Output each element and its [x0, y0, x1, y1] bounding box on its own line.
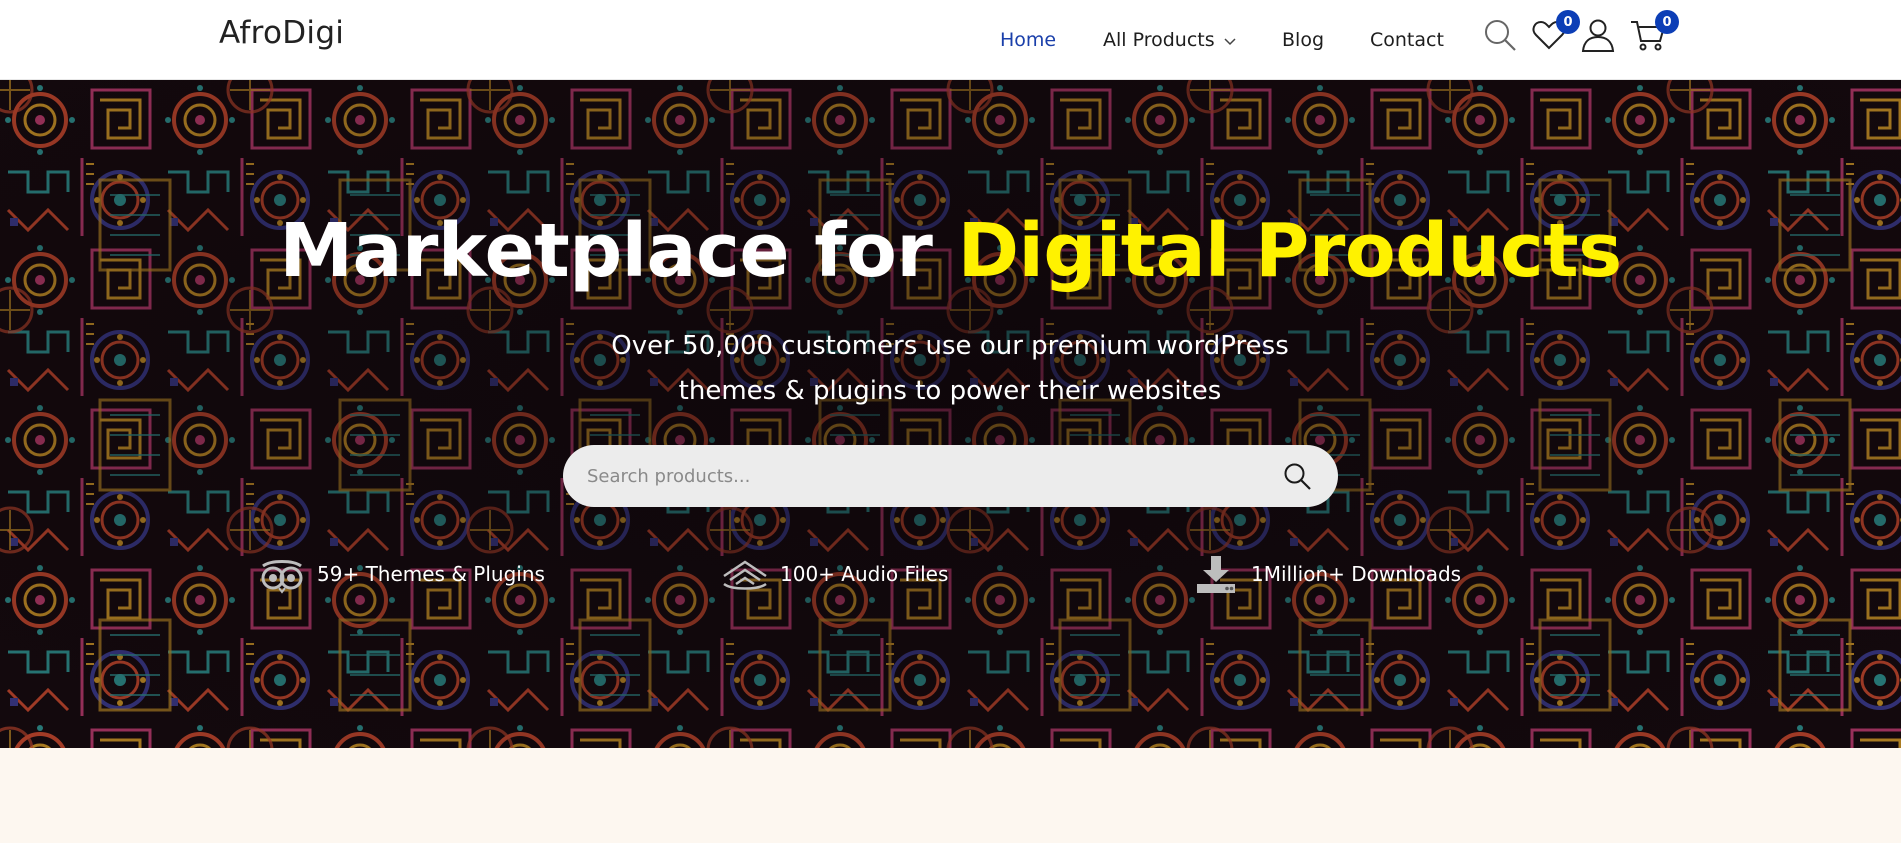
- wishlist-button[interactable]: 0: [1531, 10, 1580, 53]
- cart-count-badge: 0: [1655, 10, 1679, 34]
- feature-themes-label: 59+ Themes & Plugins: [317, 562, 545, 586]
- chevron-down-icon[interactable]: [1223, 33, 1237, 47]
- content-section: [0, 748, 1901, 843]
- site-logo[interactable]: AfroDigi: [219, 15, 344, 51]
- feature-downloads: 1Million+ Downloads: [1193, 552, 1461, 596]
- nav-item-contact[interactable]: Contact: [1370, 0, 1444, 80]
- hero-overlay: [0, 80, 1901, 748]
- hero-subtitle-line-2: themes & plugins to power their websites: [678, 376, 1222, 406]
- search-icon: [1284, 463, 1311, 490]
- wishlist-count-badge: 0: [1556, 10, 1580, 34]
- product-search-input[interactable]: [587, 445, 1247, 507]
- account-button[interactable]: [1580, 17, 1616, 53]
- nav-home-link[interactable]: Home: [1000, 29, 1056, 51]
- hero-title-accent: Digital Products: [957, 208, 1623, 294]
- user-icon: [1581, 19, 1615, 52]
- nav-item-all-products[interactable]: All Products: [1103, 0, 1237, 80]
- hero-title: Marketplace for Digital Products: [0, 208, 1901, 294]
- owl-eyes-icon: [259, 554, 305, 594]
- feature-themes-plugins: 59+ Themes & Plugins: [259, 552, 545, 596]
- feature-audio-files: 100+ Audio Files: [722, 552, 948, 596]
- site-header: AfroDigi Home All Products Blog Contact …: [0, 0, 1901, 80]
- hero-title-main: Marketplace for: [279, 208, 958, 294]
- search-submit-button[interactable]: [1282, 461, 1312, 491]
- nav-item-blog[interactable]: Blog: [1282, 0, 1324, 80]
- hero-search-bar: [563, 445, 1338, 507]
- nav-all-products-link[interactable]: All Products: [1103, 29, 1215, 51]
- wifi-signal-icon: [722, 554, 768, 594]
- download-icon: [1193, 554, 1239, 594]
- nav-blog-link[interactable]: Blog: [1282, 29, 1324, 51]
- feature-downloads-label: 1Million+ Downloads: [1251, 562, 1462, 586]
- hero-banner: Marketplace for Digital Products Over 50…: [0, 80, 1901, 748]
- hero-subtitle-line-1: Over 50,000 customers use our premium wo…: [611, 331, 1289, 361]
- search-icon[interactable]: [1482, 17, 1518, 53]
- nav-contact-link[interactable]: Contact: [1370, 29, 1444, 51]
- hero-subtitle: Over 50,000 customers use our premium wo…: [550, 324, 1350, 414]
- cart-button[interactable]: 0: [1630, 10, 1679, 53]
- feature-audio-label: 100+ Audio Files: [780, 562, 949, 586]
- nav-item-home[interactable]: Home: [1000, 0, 1056, 80]
